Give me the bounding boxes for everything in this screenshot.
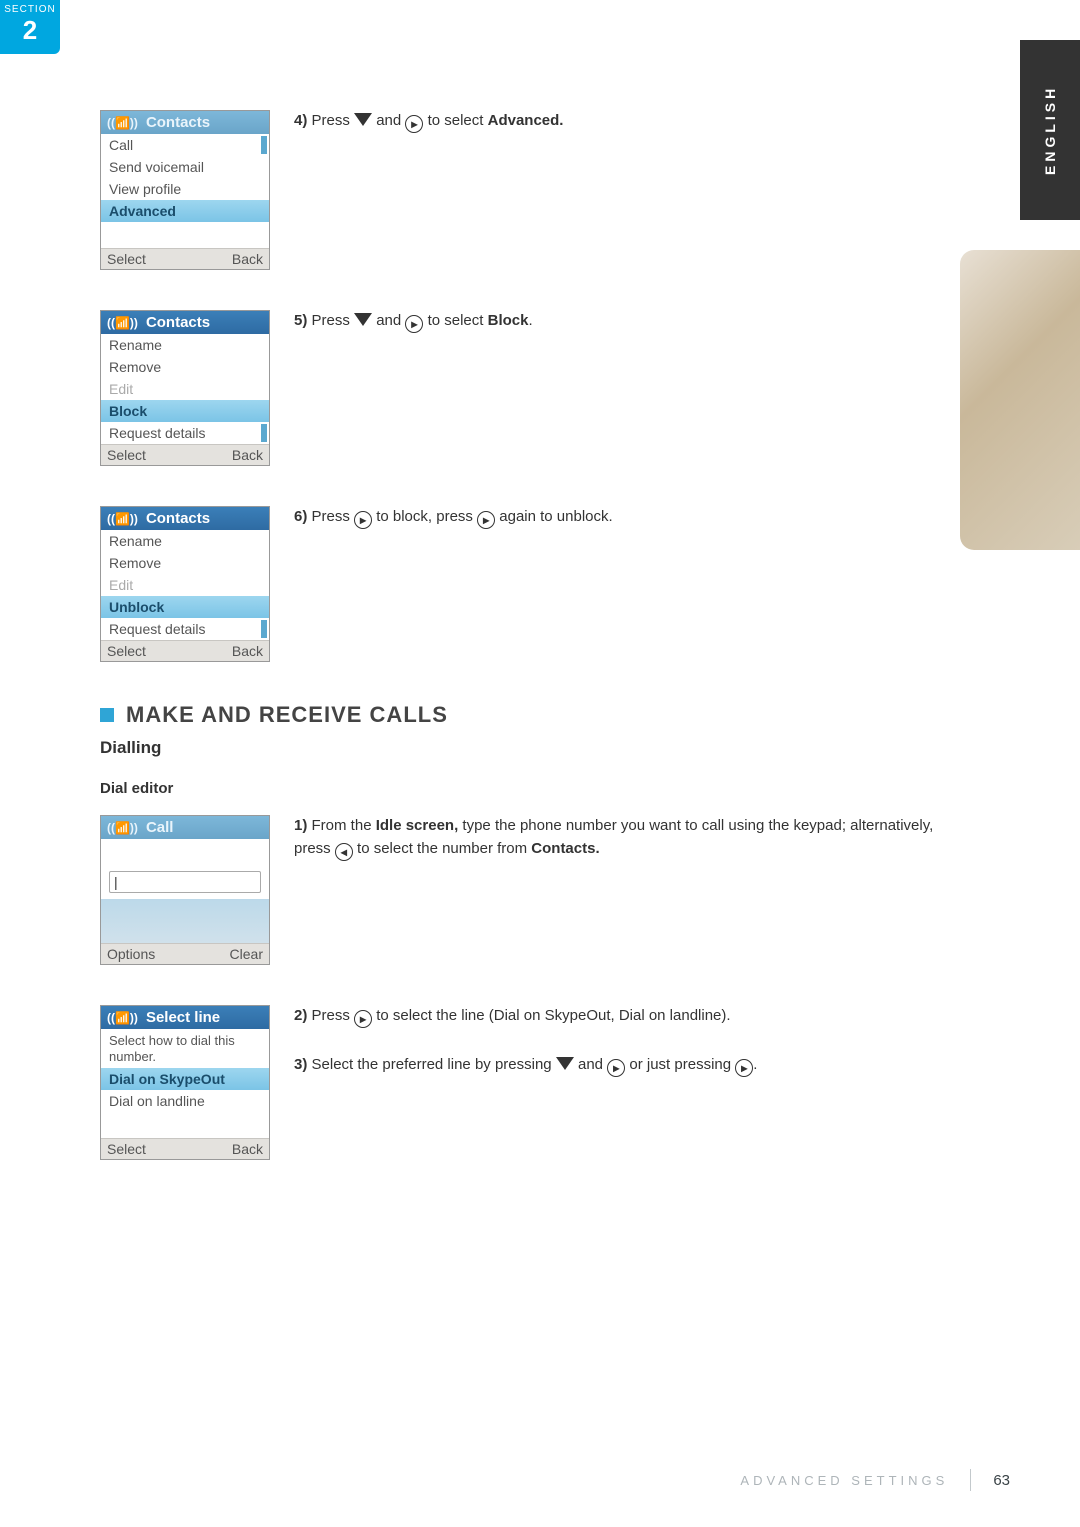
softkey-select: Select xyxy=(107,643,146,659)
menu-item-remove: Remove xyxy=(101,356,269,378)
menu-item-unblock: Unblock xyxy=(101,596,269,618)
softkey-select: Select xyxy=(107,1141,146,1157)
menu-body: Rename Remove Edit Block Request details xyxy=(101,334,269,444)
page-footer: ADVANCED SETTINGS 63 xyxy=(740,1469,1010,1491)
menu-item-call: Call xyxy=(101,134,269,156)
menu-item-edit: Edit xyxy=(101,378,269,400)
phone-screen-contacts-unblock: ((📶)) Contacts Rename Remove Edit Unbloc… xyxy=(100,506,270,662)
softkeys: Select Back xyxy=(101,248,269,269)
softkey-back: Back xyxy=(232,251,263,267)
menu-item-rename: Rename xyxy=(101,334,269,356)
softkeys: Select Back xyxy=(101,444,269,465)
menu-item-view-profile: View profile xyxy=(101,178,269,200)
softkey-select: Select xyxy=(107,447,146,463)
select-line-help: Select how to dial this number. xyxy=(101,1029,269,1068)
step5-number: 5) xyxy=(294,312,307,329)
step4-number: 4) xyxy=(294,112,307,129)
page-number: 63 xyxy=(993,1472,1010,1489)
signal-icon: ((📶)) xyxy=(107,1011,138,1025)
enter-icon: ▸ xyxy=(735,1059,753,1077)
enter-icon: ▸ xyxy=(354,1010,372,1028)
footer-section: ADVANCED SETTINGS xyxy=(740,1473,948,1488)
softkey-options: Options xyxy=(107,946,155,962)
menu-item-remove: Remove xyxy=(101,552,269,574)
signal-icon: ((📶)) xyxy=(107,512,138,526)
softkey-select: Select xyxy=(107,251,146,267)
dial-step2-number: 2) xyxy=(294,1007,307,1024)
dial-input[interactable]: | xyxy=(109,871,261,893)
step5-target: Block xyxy=(488,312,529,329)
menu-item-advanced: Advanced xyxy=(101,200,269,222)
menu-item-send-voicemail: Send voicemail xyxy=(101,156,269,178)
enter-icon: ▸ xyxy=(607,1059,625,1077)
dial-step2-text: 2) Press ▸ to select the line (Dial on S… xyxy=(294,1005,940,1028)
menu-item-dial-landline: Dial on landline xyxy=(101,1090,269,1112)
step6-text: 6) Press ▸ to block, press ▸ again to un… xyxy=(294,506,940,662)
enter-icon: ▸ xyxy=(405,115,423,133)
section-badge: SECTION 2 xyxy=(0,0,60,54)
signal-icon: ((📶)) xyxy=(107,821,138,835)
softkey-back: Back xyxy=(232,447,263,463)
left-icon: ◂ xyxy=(335,843,353,861)
call-body: | xyxy=(101,839,269,943)
title-text: Contacts xyxy=(146,314,210,331)
title-text: Contacts xyxy=(146,510,210,527)
language-tab: ENGLISH xyxy=(1020,40,1080,220)
menu-item-edit: Edit xyxy=(101,574,269,596)
phone-title: ((📶)) Contacts xyxy=(101,111,269,134)
softkey-back: Back xyxy=(232,1141,263,1157)
step6-number: 6) xyxy=(294,508,307,525)
down-arrow-icon xyxy=(354,113,372,126)
phone-title: ((📶)) Contacts xyxy=(101,311,269,334)
menu-body: Rename Remove Edit Unblock Request detai… xyxy=(101,530,269,640)
section-bullet-icon xyxy=(100,708,114,722)
phone-title: ((📶)) Contacts xyxy=(101,507,269,530)
phone-title: ((📶)) Select line xyxy=(101,1006,269,1029)
step5-text: 5) Press and ▸ to select Block. xyxy=(294,310,940,466)
title-text: Contacts xyxy=(146,114,210,131)
title-text: Select line xyxy=(146,1009,220,1026)
menu-item-dial-skypeout: Dial on SkypeOut xyxy=(101,1068,269,1090)
phone-screen-call: ((📶)) Call | Options Clear xyxy=(100,815,270,965)
menu-item-request-details: Request details xyxy=(101,618,269,640)
section-number: 2 xyxy=(0,15,60,46)
title-text: Call xyxy=(146,819,174,836)
menu-body: Call Send voicemail View profile Advance… xyxy=(101,134,269,248)
dial-step1-text: 1) From the Idle screen, type the phone … xyxy=(294,815,940,965)
enter-icon: ▸ xyxy=(477,511,495,529)
softkeys: Select Back xyxy=(101,640,269,661)
section-title: MAKE AND RECEIVE CALLS xyxy=(126,702,448,728)
enter-icon: ▸ xyxy=(405,315,423,333)
menu-item-block: Block xyxy=(101,400,269,422)
step4-target: Advanced. xyxy=(488,112,564,129)
signal-icon: ((📶)) xyxy=(107,116,138,130)
phone-title: ((📶)) Call xyxy=(101,816,269,839)
subheading-dial-editor: Dial editor xyxy=(100,780,940,797)
side-photo xyxy=(960,250,1080,550)
softkey-back: Back xyxy=(232,643,263,659)
step4-text: 4) Press and ▸ to select Advanced. xyxy=(294,110,940,270)
menu-item-request-details: Request details xyxy=(101,422,269,444)
subheading-dialling: Dialling xyxy=(100,738,940,758)
dial-step1-number: 1) xyxy=(294,817,307,834)
softkeys: Select Back xyxy=(101,1138,269,1159)
softkey-clear: Clear xyxy=(230,946,263,962)
down-arrow-icon xyxy=(354,313,372,326)
phone-screen-contacts-block: ((📶)) Contacts Rename Remove Edit Block … xyxy=(100,310,270,466)
enter-icon: ▸ xyxy=(354,511,372,529)
softkeys: Options Clear xyxy=(101,943,269,964)
section-label: SECTION xyxy=(0,4,60,15)
dial-step3-text: 3) Select the preferred line by pressing… xyxy=(294,1054,940,1077)
down-arrow-icon xyxy=(556,1057,574,1070)
menu-item-rename: Rename xyxy=(101,530,269,552)
signal-icon: ((📶)) xyxy=(107,316,138,330)
phone-screen-select-line: ((📶)) Select line Select how to dial thi… xyxy=(100,1005,270,1160)
phone-screen-contacts-advanced: ((📶)) Contacts Call Send voicemail View … xyxy=(100,110,270,270)
selectline-body: Select how to dial this number. Dial on … xyxy=(101,1029,269,1138)
dial-step3-number: 3) xyxy=(294,1056,307,1073)
